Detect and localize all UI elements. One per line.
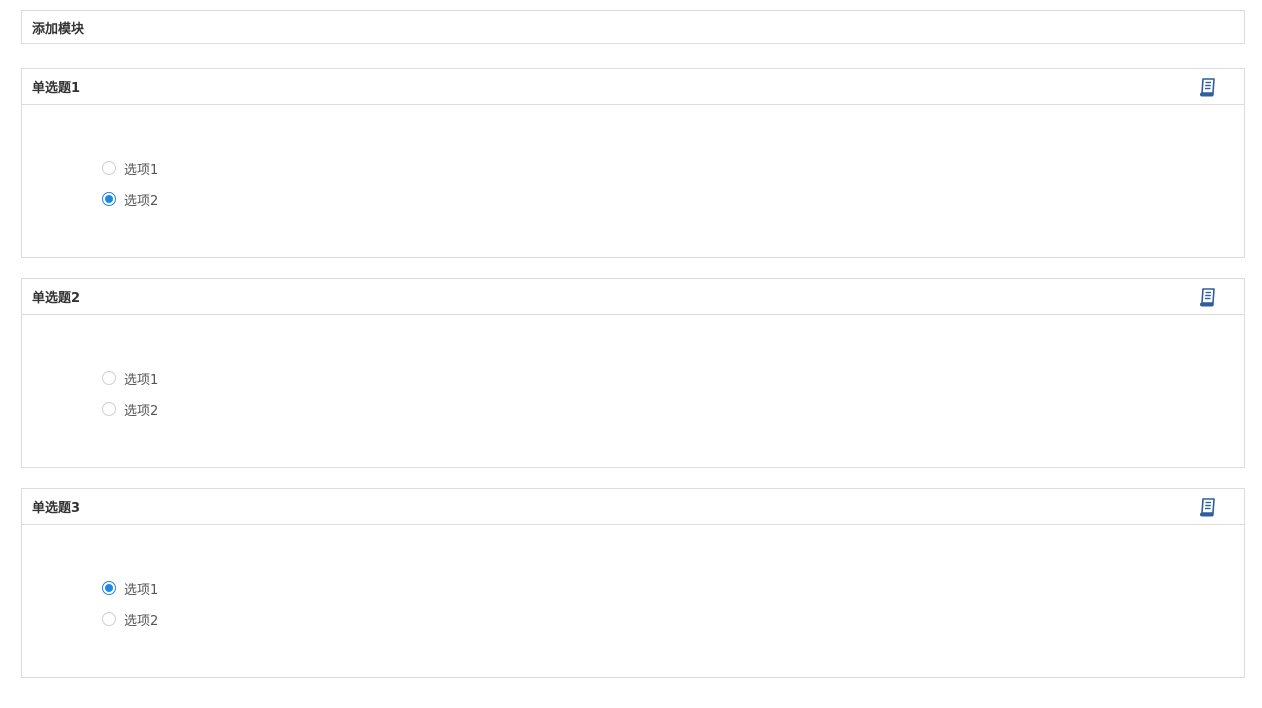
radio-option-2[interactable]: 选项2 <box>102 401 1244 419</box>
panel-title: 单选题3 <box>32 501 81 516</box>
panel-body: 选项1 选项2 <box>22 315 1244 419</box>
radio-option-2[interactable]: 选项2 <box>102 611 1244 629</box>
question-panel-2: 单选题2 选项1 选项2 <box>21 278 1245 468</box>
radio-button-selected[interactable] <box>102 581 116 595</box>
panel-body: 选项1 选项2 <box>22 105 1244 209</box>
option-label: 选项1 <box>124 582 159 598</box>
panel-title: 单选题1 <box>32 81 81 96</box>
option-label: 选项2 <box>124 193 159 209</box>
panel-body: 选项1 选项2 <box>22 525 1244 629</box>
radio-button-selected[interactable] <box>102 192 116 206</box>
panel-header: 单选题2 <box>22 279 1244 315</box>
question-panel-3: 单选题3 选项1 选项2 <box>21 488 1245 678</box>
radio-option-2[interactable]: 选项2 <box>102 191 1244 209</box>
radio-option-1[interactable]: 选项1 <box>102 370 1244 388</box>
edit-document-icon[interactable] <box>1198 287 1218 307</box>
radio-button[interactable] <box>102 402 116 416</box>
radio-option-1[interactable]: 选项1 <box>102 580 1244 598</box>
edit-document-icon[interactable] <box>1198 497 1218 517</box>
option-label: 选项1 <box>124 162 159 178</box>
option-label: 选项2 <box>124 403 159 419</box>
add-module-bar[interactable]: 添加模块 <box>21 10 1245 44</box>
radio-button[interactable] <box>102 371 116 385</box>
question-panel-1: 单选题1 选项1 选项2 <box>21 68 1245 258</box>
radio-button[interactable] <box>102 161 116 175</box>
edit-document-icon[interactable] <box>1198 77 1218 97</box>
option-label: 选项2 <box>124 613 159 629</box>
option-label: 选项1 <box>124 372 159 388</box>
panel-header: 单选题3 <box>22 489 1244 525</box>
radio-option-1[interactable]: 选项1 <box>102 160 1244 178</box>
add-module-title: 添加模块 <box>32 21 85 37</box>
panel-header: 单选题1 <box>22 69 1244 105</box>
radio-button[interactable] <box>102 612 116 626</box>
panel-title: 单选题2 <box>32 291 81 306</box>
